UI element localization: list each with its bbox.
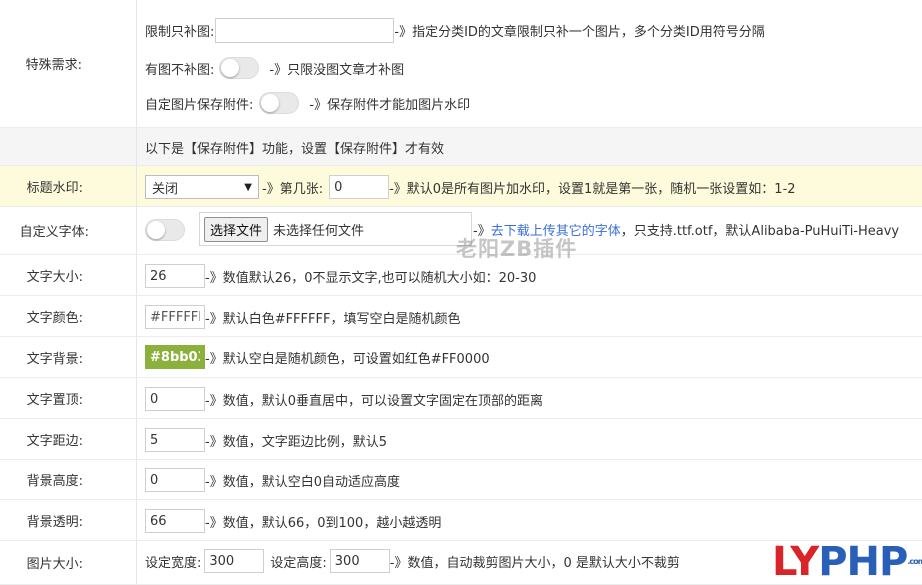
hasimg-toggle[interactable]: [219, 57, 260, 79]
text-bg-color-input[interactable]: [145, 345, 205, 369]
save-attach-label: 自定图片保存附件:: [145, 97, 254, 113]
text-top-input[interactable]: [145, 387, 205, 411]
row-label: 背景高度:: [0, 460, 137, 499]
custom-font-label: 自定义字体:: [0, 207, 137, 254]
hasimg-label: 有图不补图:: [145, 62, 215, 78]
text-color-input[interactable]: [145, 305, 205, 329]
save-attach-toggle[interactable]: [259, 92, 300, 114]
select-value: 关闭: [152, 181, 179, 197]
row-desc: -》默认白色#FFFFFF，填写空白是随机颜色: [205, 311, 461, 327]
text-top-row: 文字置顶: -》数值，默认0垂直居中，可以设置文字固定在顶部的距离: [0, 378, 922, 419]
limit-desc: -》指定分类ID的文章限制只补一个图片，多个分类ID用符号分隔: [394, 24, 765, 40]
row-line: -》数值，文字距边比例，默认5: [145, 427, 387, 453]
nth-label: -》第几张:: [262, 181, 324, 197]
choose-file-button[interactable]: 选择文件: [204, 216, 269, 242]
chevron-down-icon: ▼: [244, 181, 252, 193]
image-size-line: 设定宽度: 设定高度: -》数值，自动裁剪图片大小，0 是默认大小不裁剪: [145, 548, 680, 574]
row-label: 背景透明:: [0, 500, 137, 540]
row-label: 文字距边:: [0, 419, 137, 459]
custom-font-toggle[interactable]: [145, 219, 185, 241]
limit-label: 限制只补图:: [145, 24, 215, 40]
font-desc: ，只支持.ttf.otf，默认Alibaba-PuHuiTi-Heavy: [620, 223, 900, 239]
height-label: 设定高度:: [270, 555, 327, 571]
special-section: 特殊需求: 限制只补图: -》指定分类ID的文章限制只补一个图片，多个分类ID用…: [0, 0, 922, 128]
notice-row: 以下是【保存附件】功能，设置【保存附件】才有效: [0, 128, 922, 166]
notice-text: 以下是【保存附件】功能，设置【保存附件】才有效: [145, 141, 445, 157]
row-line: -》数值，默认空白0自动适应高度: [145, 467, 400, 493]
row-desc: -》数值，默认空白0自动适应高度: [205, 474, 400, 490]
bg-opacity-row: 背景透明: -》数值，默认66，0到100，越小越透明: [0, 500, 922, 541]
row-label: 文字颜色:: [0, 296, 137, 336]
title-watermark-select[interactable]: 关闭 ▼: [145, 175, 259, 199]
row-desc: -》数值，文字距边比例，默认5: [205, 434, 387, 450]
row-line: -》数值，默认66，0到100，越小越透明: [145, 508, 441, 534]
save-attach-line: 自定图片保存附件: -》保存附件才能加图片水印: [145, 90, 470, 116]
bg-height-row: 背景高度: -》数值，默认空白0自动适应高度: [0, 460, 922, 500]
toggle-knob: [261, 94, 280, 112]
row-line: -》数值，默认0垂直居中，可以设置文字固定在顶部的距离: [145, 386, 543, 412]
image-height-input[interactable]: [329, 549, 390, 573]
bg-opacity-input[interactable]: [145, 509, 205, 533]
text-bg-row: 文字背景: -》默认空白是随机颜色，可设置如红色#FF0000: [0, 337, 922, 378]
logo-ly: LY: [772, 539, 819, 585]
watermark-text: 老阳ZB插件: [456, 237, 578, 261]
limit-line: 限制只补图: -》指定分类ID的文章限制只补一个图片，多个分类ID用符号分隔: [145, 17, 765, 43]
image-size-desc: -》数值，自动裁剪图片大小，0 是默认大小不裁剪: [389, 555, 680, 571]
file-status: 未选择任何文件: [273, 223, 365, 239]
font-file-input[interactable]: 选择文件 未选择任何文件: [199, 212, 472, 246]
logo-sup: .com: [907, 557, 922, 566]
site-logo: LYPHP.com: [772, 540, 922, 584]
nth-image-input[interactable]: [329, 175, 390, 199]
title-watermark-line: 关闭 ▼ -》第几张: -》默认0是所有图片加水印，设置1就是第一张，随机一张设…: [145, 174, 796, 200]
text-size-input[interactable]: [145, 264, 205, 288]
row-desc: -》数值，默认0垂直居中，可以设置文字固定在顶部的距离: [205, 393, 543, 409]
row-label: 文字置顶:: [0, 378, 137, 418]
toggle-knob: [221, 59, 240, 77]
text-margin-row: 文字距边: -》数值，文字距边比例，默认5: [0, 419, 922, 460]
notice-label-cell: [0, 128, 137, 165]
logo-php: PHP: [818, 539, 908, 585]
hasimg-line: 有图不补图: -》只限没图文章才补图: [145, 55, 404, 81]
save-attach-desc: -》保存附件才能加图片水印: [309, 97, 471, 113]
bg-height-input[interactable]: [145, 468, 205, 492]
limit-category-input[interactable]: [215, 17, 395, 43]
row-label: 文字背景:: [0, 337, 137, 377]
row-desc: -》默认空白是随机颜色，可设置如红色#FF0000: [205, 351, 490, 367]
row-desc: -》数值，默认66，0到100，越小越透明: [205, 515, 442, 531]
text-margin-input[interactable]: [145, 428, 205, 452]
nth-desc: -》默认0是所有图片加水印，设置1就是第一张，随机一张设置如：1-2: [389, 181, 796, 197]
image-size-label: 图片大小:: [0, 541, 137, 584]
notice-line: 以下是【保存附件】功能，设置【保存附件】才有效: [145, 134, 444, 160]
text-color-row: 文字颜色: -》默认白色#FFFFFF，填写空白是随机颜色: [0, 296, 922, 337]
row-label: 文字大小:: [0, 255, 137, 295]
image-width-input[interactable]: [204, 549, 265, 573]
toggle-knob: [147, 221, 165, 239]
row-line: -》默认白色#FFFFFF，填写空白是随机颜色: [145, 304, 460, 330]
row-line: -》数值默认26，0不显示文字,也可以随机大小如：20-30: [145, 263, 536, 289]
row-desc: -》数值默认26，0不显示文字,也可以随机大小如：20-30: [205, 270, 537, 286]
title-watermark-row: 标题水印: 关闭 ▼ -》第几张: -》默认0是所有图片加水印，设置1就是第一张…: [0, 166, 922, 207]
row-line: -》默认空白是随机颜色，可设置如红色#FF0000: [145, 344, 490, 370]
hasimg-desc: -》只限没图文章才补图: [269, 62, 405, 78]
title-watermark-label: 标题水印:: [0, 166, 137, 206]
special-label: 特殊需求:: [0, 0, 137, 127]
width-label: 设定宽度:: [145, 555, 202, 571]
